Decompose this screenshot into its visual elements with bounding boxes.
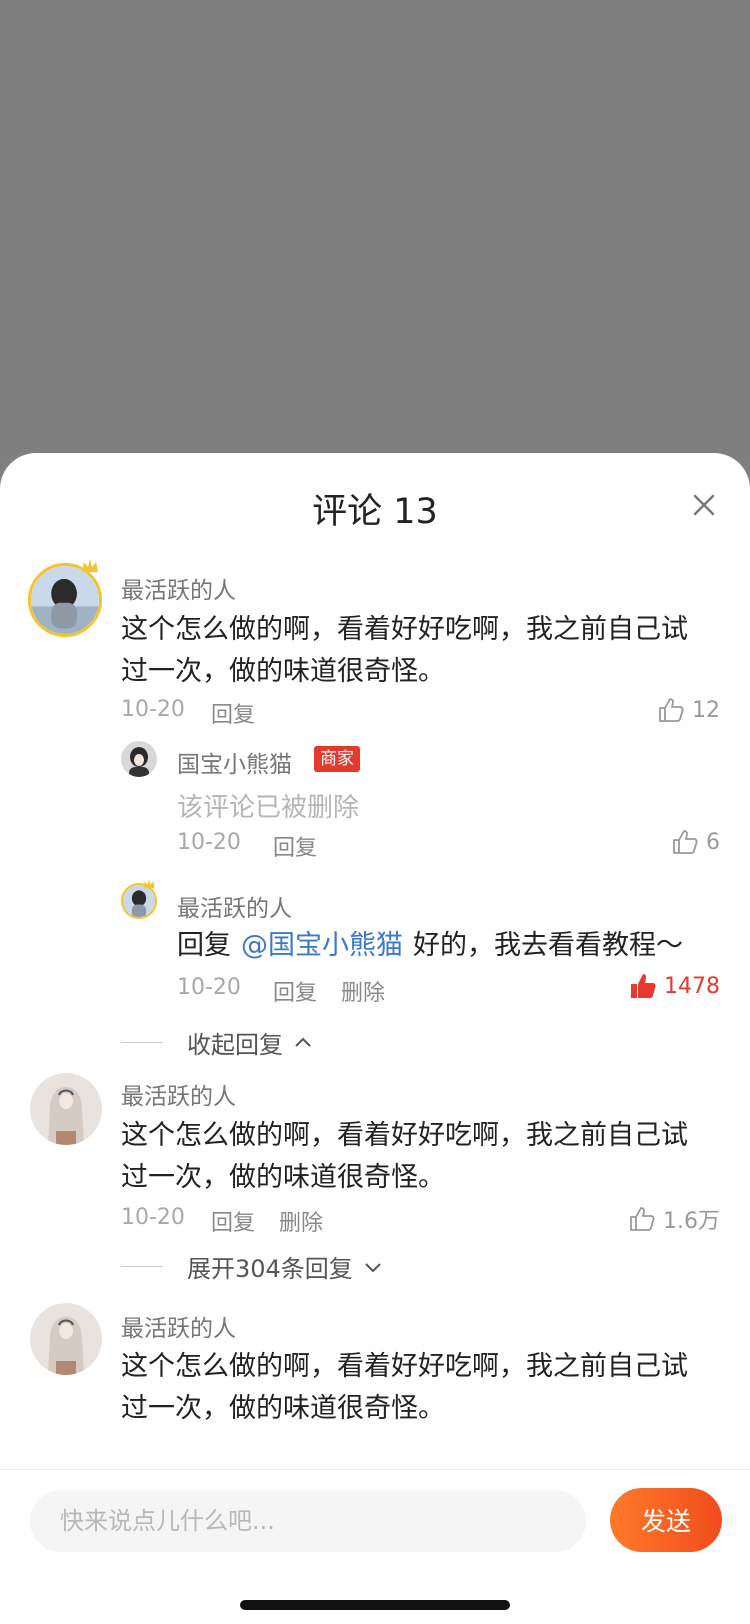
thumbs-up-icon bbox=[673, 830, 698, 854]
sheet-title: 评论 13 bbox=[312, 492, 438, 532]
comment-input-bar: 发送 bbox=[0, 1469, 750, 1624]
like-button[interactable]: 1478 bbox=[628, 971, 720, 1001]
reply-button[interactable]: 回复 bbox=[211, 697, 255, 729]
delete-button[interactable]: 删除 bbox=[341, 975, 385, 1007]
crown-icon bbox=[82, 559, 98, 572]
like-count: 6 bbox=[706, 829, 720, 855]
close-icon bbox=[693, 494, 715, 516]
like-count: 12 bbox=[692, 697, 720, 723]
avatar-image bbox=[121, 741, 157, 777]
reply-author[interactable]: 国宝小熊猫 bbox=[177, 745, 292, 779]
avatar-image bbox=[31, 566, 99, 634]
like-count: 1478 bbox=[664, 973, 720, 999]
reply-author[interactable]: 最活跃的人 bbox=[177, 889, 292, 923]
delete-button[interactable]: 删除 bbox=[279, 1205, 323, 1237]
sheet-header: 评论 13 bbox=[0, 453, 750, 559]
comment-author[interactable]: 最活跃的人 bbox=[121, 1309, 236, 1343]
collapse-label: 收起回复 bbox=[187, 1031, 283, 1059]
comment-text: 这个怎么做的啊，看着好好吃啊，我之前自己试 过一次，做的味道很奇怪。 bbox=[121, 1115, 688, 1199]
like-button[interactable]: 12 bbox=[656, 695, 720, 725]
reply-text: 该评论已被删除 bbox=[177, 793, 360, 823]
send-button[interactable]: 发送 bbox=[610, 1488, 722, 1552]
thumbs-up-icon bbox=[659, 698, 684, 722]
avatar[interactable] bbox=[30, 1303, 102, 1375]
avatar[interactable] bbox=[121, 741, 157, 777]
comment-date: 10-20 bbox=[121, 1205, 185, 1230]
comment-text-line: 这个怎么做的啊，看着好好吃啊，我之前自己试 bbox=[121, 614, 688, 645]
reply-prefix: 回复 bbox=[177, 930, 231, 961]
comment-text-line: 过一次，做的味道很奇怪。 bbox=[121, 656, 445, 687]
reply-button[interactable]: 回复 bbox=[273, 975, 317, 1007]
avatar-image bbox=[30, 1073, 102, 1145]
merchant-badge: 商家 bbox=[314, 746, 360, 772]
comment-date: 10-20 bbox=[121, 697, 185, 722]
close-button[interactable] bbox=[686, 487, 722, 523]
comment-text: 这个怎么做的啊，看着好好吃啊，我之前自己试 过一次，做的味道很奇怪。 bbox=[121, 1346, 688, 1430]
home-indicator bbox=[240, 1600, 510, 1610]
reply-button[interactable]: 回复 bbox=[211, 1205, 255, 1237]
comment-text: 这个怎么做的啊，看着好好吃啊，我之前自己试 过一次，做的味道很奇怪。 bbox=[121, 609, 688, 693]
divider-line bbox=[121, 1042, 163, 1043]
like-button[interactable]: 6 bbox=[670, 827, 720, 857]
expand-replies-button[interactable]: 展开304条回复 bbox=[121, 1249, 383, 1284]
comment-meta: 10-20 回复 删除 bbox=[121, 1205, 323, 1237]
avatar[interactable] bbox=[30, 1073, 102, 1145]
comment-input[interactable] bbox=[30, 1490, 586, 1552]
comment-text-line: 这个怎么做的啊，看着好好吃啊，我之前自己试 bbox=[121, 1120, 688, 1151]
like-button[interactable]: 1.6万 bbox=[627, 1203, 720, 1235]
crown-icon bbox=[143, 879, 155, 889]
comment-text-line: 这个怎么做的啊，看着好好吃啊，我之前自己试 bbox=[121, 1351, 688, 1382]
thumbs-up-filled-icon bbox=[631, 974, 656, 998]
comment-author[interactable]: 最活跃的人 bbox=[121, 571, 236, 605]
thumbs-up-icon bbox=[630, 1207, 655, 1231]
collapse-replies-button[interactable]: 收起回复 bbox=[121, 1025, 313, 1060]
comment-sheet: 评论 13 最活跃的人 这个怎么做的啊，看着好好吃啊，我之前自己试 过一次，做的… bbox=[0, 453, 750, 1624]
dimmed-background[interactable] bbox=[0, 0, 750, 455]
avatar-image bbox=[30, 1303, 102, 1375]
reply-button[interactable]: 回复 bbox=[273, 830, 317, 862]
comment-author[interactable]: 最活跃的人 bbox=[121, 1077, 236, 1111]
like-count: 1.6万 bbox=[663, 1209, 720, 1234]
reply-date: 10-20 bbox=[177, 975, 241, 1000]
reply-text: 回复 @国宝小熊猫 好的，我去看看教程～ bbox=[177, 925, 683, 967]
divider-line bbox=[121, 1266, 163, 1267]
reply-meta: 10-20 回复 删除 bbox=[177, 975, 385, 1007]
comment-text-line: 过一次，做的味道很奇怪。 bbox=[121, 1393, 445, 1424]
reply-meta: 10-20 回复 bbox=[177, 830, 317, 862]
expand-label: 展开304条回复 bbox=[187, 1255, 353, 1283]
comment-text-line: 过一次，做的味道很奇怪。 bbox=[121, 1162, 445, 1193]
chevron-up-icon bbox=[295, 1037, 311, 1047]
reply-date: 10-20 bbox=[177, 830, 241, 855]
comment-meta: 10-20 回复 bbox=[121, 697, 255, 729]
mention-link[interactable]: @国宝小熊猫 bbox=[241, 925, 403, 967]
chevron-down-icon bbox=[365, 1262, 381, 1272]
reply-content: 好的，我去看看教程～ bbox=[413, 930, 683, 961]
